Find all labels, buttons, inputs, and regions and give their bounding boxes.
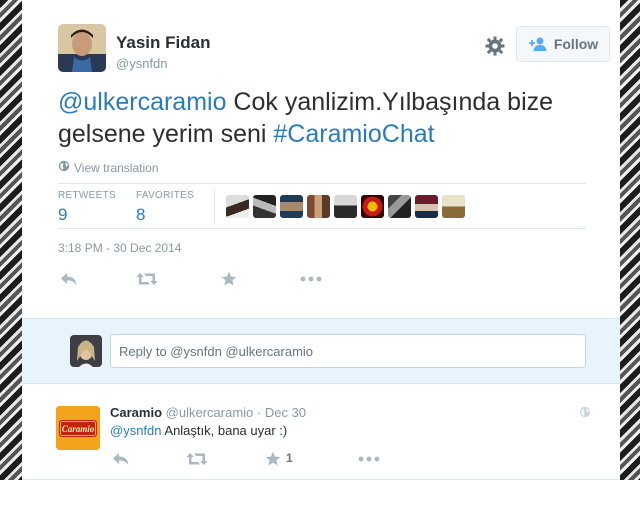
follow-label: Follow: [553, 36, 599, 52]
tweet-text: @ulkercaramio Cok yanlizim.Yılbaşında bi…: [58, 86, 578, 150]
reply-tweet[interactable]: Caramio Caramio @ulkercaramio · Dec 30 @…: [22, 394, 620, 480]
favoriter-avatar[interactable]: [388, 195, 411, 218]
reply-header: Caramio @ulkercaramio · Dec 30: [110, 405, 306, 420]
reply-separator: ·: [253, 405, 265, 420]
more-icon[interactable]: [298, 268, 324, 290]
reply-author-name[interactable]: Caramio: [110, 405, 162, 420]
background-right-strip: [620, 0, 640, 480]
reply-body: Anlaştık, bana uyar :): [161, 423, 288, 438]
retweets-label: RETWEETS: [58, 190, 116, 201]
tweet-timestamp[interactable]: 3:18 PM - 30 Dec 2014: [58, 241, 181, 255]
reply-mention-link[interactable]: @ysnfdn: [110, 423, 162, 438]
author-name[interactable]: Yasin Fidan: [116, 33, 210, 53]
author-handle[interactable]: @ysnfdn: [116, 56, 168, 71]
brand-logo-text: Caramio: [62, 424, 95, 434]
globe-icon: [579, 405, 591, 418]
favoriter-avatar[interactable]: [415, 195, 438, 218]
favoriters-avatars: [226, 195, 465, 218]
reply-date[interactable]: Dec 30: [265, 405, 306, 420]
background-left-strip: [0, 0, 22, 480]
stats-divider: [214, 190, 215, 224]
reply-author-handle[interactable]: @ulkercaramio: [166, 405, 254, 420]
retweet-icon[interactable]: [184, 448, 210, 470]
favoriter-avatar[interactable]: [442, 195, 465, 218]
retweets-stat[interactable]: RETWEETS 9: [58, 190, 116, 225]
favorites-label: FAVORITES: [136, 190, 195, 201]
hashtag-link[interactable]: #CaramioChat: [273, 120, 434, 148]
retweets-count: 9: [58, 205, 68, 224]
reply-input[interactable]: [110, 334, 586, 368]
reply-icon[interactable]: [110, 448, 132, 470]
mention-link[interactable]: @ulkercaramio: [58, 88, 226, 116]
reply-icon[interactable]: [58, 268, 80, 290]
add-user-icon: [528, 37, 548, 51]
current-user-avatar: [70, 335, 102, 367]
tweet-stats: RETWEETS 9 FAVORITES 8: [58, 183, 586, 229]
view-translation-link[interactable]: View translation: [58, 160, 159, 175]
favoriter-avatar[interactable]: [307, 195, 330, 218]
favorites-count: 8: [136, 205, 146, 224]
favoriter-avatar[interactable]: [253, 195, 276, 218]
favorite-icon[interactable]: [218, 268, 240, 290]
favoriter-avatar[interactable]: [334, 195, 357, 218]
tweet-header: Yasin Fidan @ysnfdn Follow: [58, 24, 618, 74]
follow-button[interactable]: Follow: [516, 26, 610, 62]
brand-avatar[interactable]: Caramio: [56, 406, 100, 450]
favoriter-avatar[interactable]: [361, 195, 384, 218]
globe-icon: [58, 160, 70, 175]
reply-favorite-count: 1: [286, 451, 293, 465]
reply-compose-area: [22, 318, 620, 384]
favoriter-avatar[interactable]: [226, 195, 249, 218]
gear-icon[interactable]: [484, 35, 506, 57]
reply-text: @ysnfdn Anlaştık, bana uyar :): [110, 423, 287, 438]
favorite-icon[interactable]: [262, 448, 284, 470]
retweet-icon[interactable]: [134, 268, 160, 290]
author-avatar[interactable]: [58, 24, 106, 72]
reply-actions: 1: [110, 448, 390, 468]
favoriter-avatar[interactable]: [280, 195, 303, 218]
more-icon[interactable]: [356, 448, 382, 470]
tweet-card: Yasin Fidan @ysnfdn Follow @ulkercaramio…: [22, 0, 620, 480]
tweet-actions: [58, 268, 358, 290]
favorites-stat[interactable]: FAVORITES 8: [136, 190, 194, 225]
view-translation-label: View translation: [74, 160, 159, 175]
